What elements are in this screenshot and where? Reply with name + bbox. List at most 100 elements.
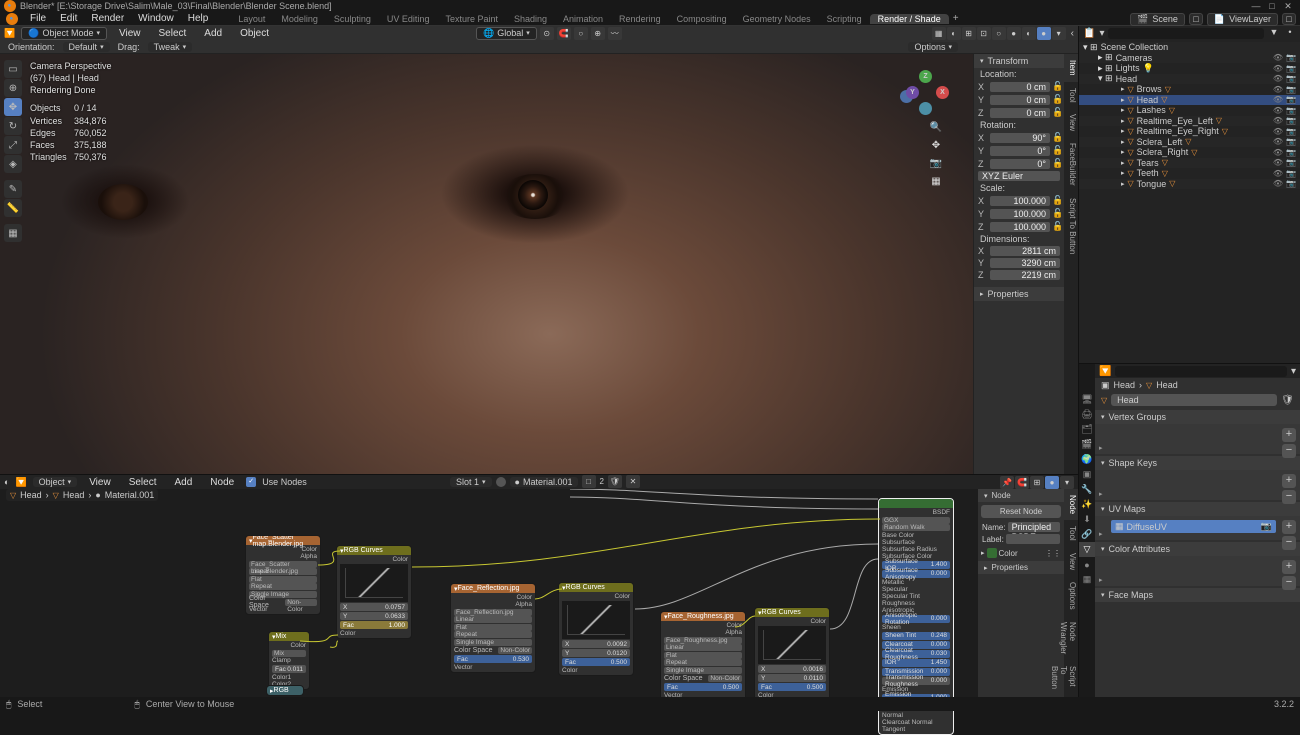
menu-help[interactable]: Help — [182, 13, 215, 24]
panel-sk[interactable]: ▾Shape Keys — [1095, 456, 1300, 470]
vis-render-icon[interactable]: 📷 — [1286, 169, 1296, 178]
vis-render-icon[interactable]: 📷 — [1286, 116, 1296, 125]
node-hdr[interactable]: ▾Face_Scatter map.Blender.jpg — [246, 536, 320, 545]
vis-render-icon[interactable]: 📷 — [1286, 95, 1296, 104]
node-name-field[interactable]: Principled BSDF — [1008, 522, 1060, 532]
overlay-toggle[interactable]: ⊞ — [962, 27, 976, 40]
vis-render-icon[interactable]: 📷 — [1286, 106, 1296, 115]
shade-solid[interactable]: ● — [1007, 27, 1021, 40]
outliner-item-head[interactable]: ▸▽Head ▽👁📷 — [1079, 95, 1300, 106]
menu-edit[interactable]: Edit — [54, 13, 83, 24]
ws-scripting[interactable]: Scripting — [819, 14, 870, 24]
vis-eye-icon[interactable]: 👁 — [1273, 148, 1283, 157]
ne-menu-node[interactable]: Node — [204, 477, 240, 488]
ne-shader-type-icon[interactable]: 🔽 — [15, 477, 26, 488]
tool-measure[interactable]: 📏 — [4, 199, 22, 217]
outliner-item-sclera-left[interactable]: ▸▽Sclera_Left ▽👁📷 — [1079, 137, 1300, 148]
vis-eye-icon[interactable]: 👁 — [1273, 85, 1283, 94]
loc-z[interactable]: 0 cm — [990, 108, 1050, 118]
ne-overlay[interactable]: ⊞ — [1030, 476, 1044, 489]
outliner-editor-icon[interactable]: 📋 — [1083, 28, 1095, 39]
rot-z[interactable]: 0° — [990, 159, 1050, 169]
snap-button[interactable]: 🧲 — [557, 27, 571, 40]
ne-pin[interactable]: 📌 — [1000, 476, 1014, 489]
netab-options[interactable]: Options — [1064, 576, 1078, 616]
dim-x[interactable]: 2811 cm — [990, 246, 1060, 256]
ne-backdrop[interactable]: ● — [1045, 476, 1059, 489]
ntab-view[interactable]: View — [1064, 108, 1078, 137]
props-editor-icon[interactable]: 🔽 — [1099, 366, 1111, 377]
options-icon[interactable]: ⋮⋮ — [1045, 549, 1061, 558]
outliner-display-mode[interactable]: ▾ — [1099, 28, 1104, 39]
vis-render-icon[interactable]: 📷 — [1286, 137, 1296, 146]
nav-gizmo[interactable]: Z X Y — [904, 72, 948, 116]
vis-eye-icon[interactable]: 👁 — [1273, 106, 1283, 115]
mat-fake-user[interactable]: 🛡 — [608, 475, 622, 488]
viewport-canvas[interactable]: ▭ ⊕ ✥ ↻ ⤢ ◈ ✎ 📏 ▦ Camera Perspective (67… — [0, 54, 1078, 474]
outliner-item-brows[interactable]: ▸▽Brows ▽👁📷 — [1079, 84, 1300, 95]
pivot-button[interactable]: ⊙ — [540, 27, 554, 40]
netab-nodewrangler[interactable]: Node Wrangler — [1064, 616, 1078, 660]
ptab-world[interactable]: 🌍 — [1079, 452, 1095, 467]
minimize-button[interactable]: — — [1248, 1, 1264, 11]
mat-unlink[interactable]: ✕ — [626, 475, 640, 488]
mat-users[interactable]: 2 — [600, 477, 604, 486]
ne-snap[interactable]: 🧲 — [1015, 476, 1029, 489]
ne-menu-select[interactable]: Select — [123, 477, 163, 488]
orientation-selector[interactable]: 🌐Global▾ — [476, 27, 537, 40]
npanel-toggle[interactable]: ‹ — [1071, 28, 1074, 39]
shield-icon[interactable]: 🛡 — [1281, 395, 1294, 406]
menu-window[interactable]: Window — [132, 13, 180, 24]
ntab-script[interactable]: Script To Button — [1064, 192, 1078, 260]
ptab-modifier[interactable]: 🔧 — [1079, 482, 1095, 497]
outliner-item-head[interactable]: ▾ ⊞Head👁📷 — [1079, 74, 1300, 85]
ne-menu-add[interactable]: Add — [168, 477, 198, 488]
curve-preview[interactable] — [340, 564, 408, 602]
vp-menu-select[interactable]: Select — [152, 28, 192, 39]
ptab-particle[interactable]: ✨ — [1079, 497, 1095, 512]
ws-shading[interactable]: Shading — [506, 14, 555, 24]
vis-render-icon[interactable]: 📷 — [1286, 85, 1296, 94]
zoom-icon[interactable]: 🔍 — [928, 122, 944, 138]
outliner-item-tongue[interactable]: ▸▽Tongue ▽👁📷 — [1079, 179, 1300, 190]
material-name[interactable]: ●Material.001 — [510, 477, 578, 487]
ws-sculpting[interactable]: Sculpting — [326, 14, 379, 24]
node-mix[interactable]: ▾Mix Color Mix Clamp Fac0.011 Color1 Col… — [268, 631, 310, 690]
workspace-add-button[interactable]: + — [949, 13, 963, 24]
outliner-search[interactable] — [1108, 28, 1264, 39]
vg-rem-button[interactable]: − — [1282, 444, 1296, 458]
mat-preview-icon[interactable] — [496, 477, 506, 487]
drag-dd[interactable]: Tweak▾ — [148, 42, 193, 52]
perspective-icon[interactable]: ▦ — [928, 176, 944, 192]
properties-header[interactable]: ▸Properties — [974, 287, 1064, 301]
use-nodes-label[interactable]: Use Nodes — [262, 477, 307, 487]
vis-eye-icon[interactable]: 👁 — [1273, 137, 1283, 146]
filter-icon[interactable]: ▼ — [1268, 27, 1280, 39]
vis-eye-icon[interactable]: 👁 — [1273, 64, 1283, 73]
node-label-field[interactable] — [1006, 534, 1060, 544]
tool-transform[interactable]: ◈ — [4, 155, 22, 173]
tool-scale[interactable]: ⤢ — [4, 136, 22, 154]
vis-eye-icon[interactable]: 👁 — [1273, 95, 1283, 104]
outliner-item-realtime-eye-left[interactable]: ▸▽Realtime_Eye_Left ▽👁📷 — [1079, 116, 1300, 127]
shade-rendered[interactable]: ● — [1037, 27, 1051, 40]
tool-addcube[interactable]: ▦ — [4, 224, 22, 242]
mode-selector[interactable]: 🔵 Object Mode ▾ — [21, 27, 107, 40]
viewlayer-new-button[interactable]: □ — [1282, 13, 1296, 25]
uv-map-item[interactable]: ▦DiffuseUV📷 — [1111, 520, 1276, 533]
vis-render-icon[interactable]: 📷 — [1286, 179, 1296, 188]
props-options-icon[interactable]: ▾ — [1291, 366, 1296, 377]
props-search[interactable] — [1115, 366, 1287, 377]
tool-rotate[interactable]: ↻ — [4, 117, 22, 135]
gizmo-toggle[interactable]: ◐ — [947, 27, 961, 40]
scale-x[interactable]: 100.000 — [990, 196, 1050, 206]
netab-view[interactable]: View — [1064, 547, 1078, 576]
vis-eye-icon[interactable]: 👁 — [1273, 169, 1283, 178]
use-nodes-check[interactable]: ✓ — [246, 477, 256, 487]
close-button[interactable]: ✕ — [1280, 1, 1296, 12]
proportional-button[interactable]: ○ — [574, 27, 588, 40]
ne-props-hdr[interactable]: ▸Properties — [978, 561, 1064, 574]
tool-move[interactable]: ✥ — [4, 98, 22, 116]
node-imgtex-roughness[interactable]: ▾Face_Roughness.jpg Color Alpha Face_Rou… — [660, 611, 746, 701]
vp-menu-add[interactable]: Add — [198, 28, 228, 39]
